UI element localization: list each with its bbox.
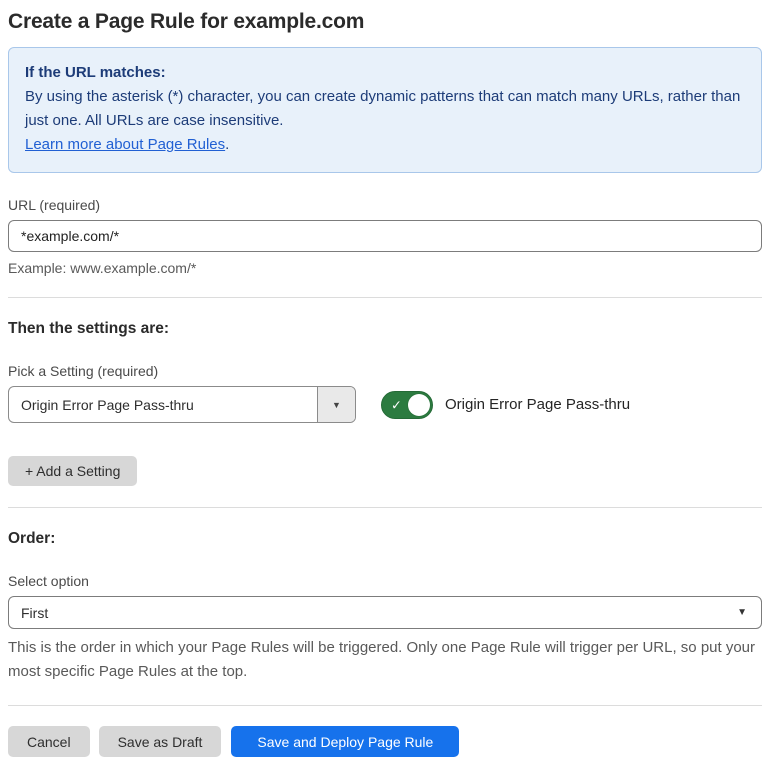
url-match-info-box: If the URL matches: By using the asteris… — [8, 47, 762, 173]
pick-setting-label: Pick a Setting (required) — [8, 363, 159, 379]
url-field-label: URL (required) — [8, 197, 101, 213]
order-select-value: First — [21, 604, 49, 621]
toggle-knob — [408, 393, 430, 416]
page-title: Create a Page Rule for example.com — [8, 10, 365, 33]
settings-section-heading: Then the settings are: — [8, 320, 170, 337]
page-rule-form: Create a Page Rule for example.com If th… — [0, 0, 770, 757]
url-input[interactable] — [8, 220, 762, 252]
learn-more-link[interactable]: Learn more about Page Rules — [25, 136, 225, 153]
order-select-label: Select option — [8, 573, 89, 589]
footer-actions: Cancel Save as Draft Save and Deploy Pag… — [8, 726, 762, 757]
divider — [8, 507, 762, 508]
chevron-down-icon[interactable]: ▼ — [317, 387, 355, 422]
save-and-deploy-button[interactable]: Save and Deploy Page Rule — [231, 726, 460, 757]
info-box-link-line: Learn more about Page Rules. — [25, 133, 745, 157]
add-setting-button[interactable]: + Add a Setting — [8, 456, 138, 486]
save-as-draft-button[interactable]: Save as Draft — [98, 726, 222, 757]
divider — [8, 297, 762, 298]
url-example-text: Example: www.example.com/* — [8, 260, 197, 276]
check-icon: ✓ — [391, 397, 402, 412]
order-description: This is the order in which your Page Rul… — [8, 639, 756, 680]
link-period: . — [225, 136, 230, 153]
setting-dropdown-value: Origin Error Page Pass-thru — [21, 396, 194, 413]
select-caret-icon: ▼ — [737, 607, 747, 618]
order-section-heading: Order: — [8, 530, 56, 547]
setting-toggle[interactable]: ✓ — [381, 390, 433, 419]
order-select[interactable]: First ▼ — [8, 596, 762, 629]
cancel-button[interactable]: Cancel — [8, 726, 90, 757]
info-box-heading: If the URL matches: — [25, 64, 166, 81]
setting-row: Origin Error Page Pass-thru ▼ ✓ Origin E… — [8, 386, 762, 423]
setting-toggle-label: Origin Error Page Pass-thru — [445, 396, 631, 413]
setting-dropdown[interactable]: Origin Error Page Pass-thru ▼ — [8, 386, 356, 423]
info-box-body: By using the asterisk (*) character, you… — [25, 88, 741, 129]
divider — [8, 705, 762, 706]
